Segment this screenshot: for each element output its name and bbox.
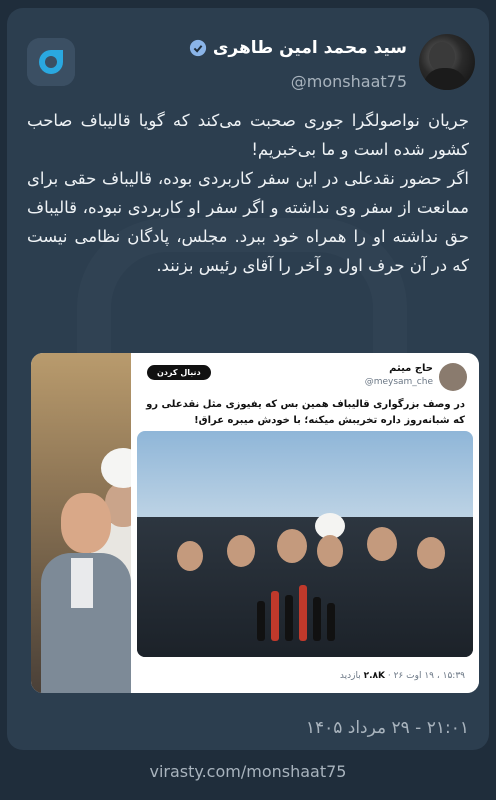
embedded-author-handle: @meysam_che — [364, 377, 433, 387]
embedded-tweet-meta: ۱۵:۳۹ ، ۱۹ اوت ۲۶ · ۲.۸K بازدید — [339, 671, 465, 681]
embedded-time: ۱۵:۳۹ ، ۱۹ اوت ۲۶ — [393, 671, 465, 681]
post-body: جریان نواصولگرا جوری صحبت می‌کند که گویا… — [27, 106, 469, 280]
post-timestamp: ۲۱:۰۱ - ۲۹ مرداد ۱۴۰۵ — [305, 718, 469, 738]
embedded-tweet-screenshot: حاج میثم @meysam_che دنبال کردن در وصف ب… — [131, 353, 479, 693]
post-paragraph: اگر حضور نقدعلی در این سفر کاربردی بوده،… — [27, 169, 469, 275]
author-name[interactable]: سید محمد امین طاهری — [213, 38, 407, 58]
embedded-author-avatar — [439, 363, 467, 391]
left-photo — [31, 353, 157, 693]
author-name-row[interactable]: سید محمد امین طاهری — [189, 38, 407, 58]
profile-link[interactable]: virasty.com/monshaat75 — [0, 762, 496, 781]
embedded-follow-button: دنبال کردن — [147, 365, 211, 380]
embedded-views-count: ۲.۸K — [363, 671, 385, 681]
post-media-image[interactable]: حاج میثم @meysam_che دنبال کردن در وصف ب… — [31, 353, 479, 693]
embedded-author-name: حاج میثم — [389, 363, 433, 374]
embedded-tweet-text: در وصف بزرگواری قالیباف همین بس که یفیوز… — [146, 399, 465, 426]
virasty-logo-icon[interactable] — [27, 38, 75, 86]
verified-badge-icon — [189, 39, 206, 57]
embedded-views-label: بازدید — [339, 671, 361, 681]
embedded-press-photo — [137, 431, 473, 657]
author-avatar[interactable] — [419, 34, 475, 90]
post-paragraph: جریان نواصولگرا جوری صحبت می‌کند که گویا… — [27, 111, 469, 159]
post-card: سید محمد امین طاهری @monshaat75 جریان نو… — [7, 8, 489, 750]
author-handle[interactable]: @monshaat75 — [291, 72, 407, 91]
